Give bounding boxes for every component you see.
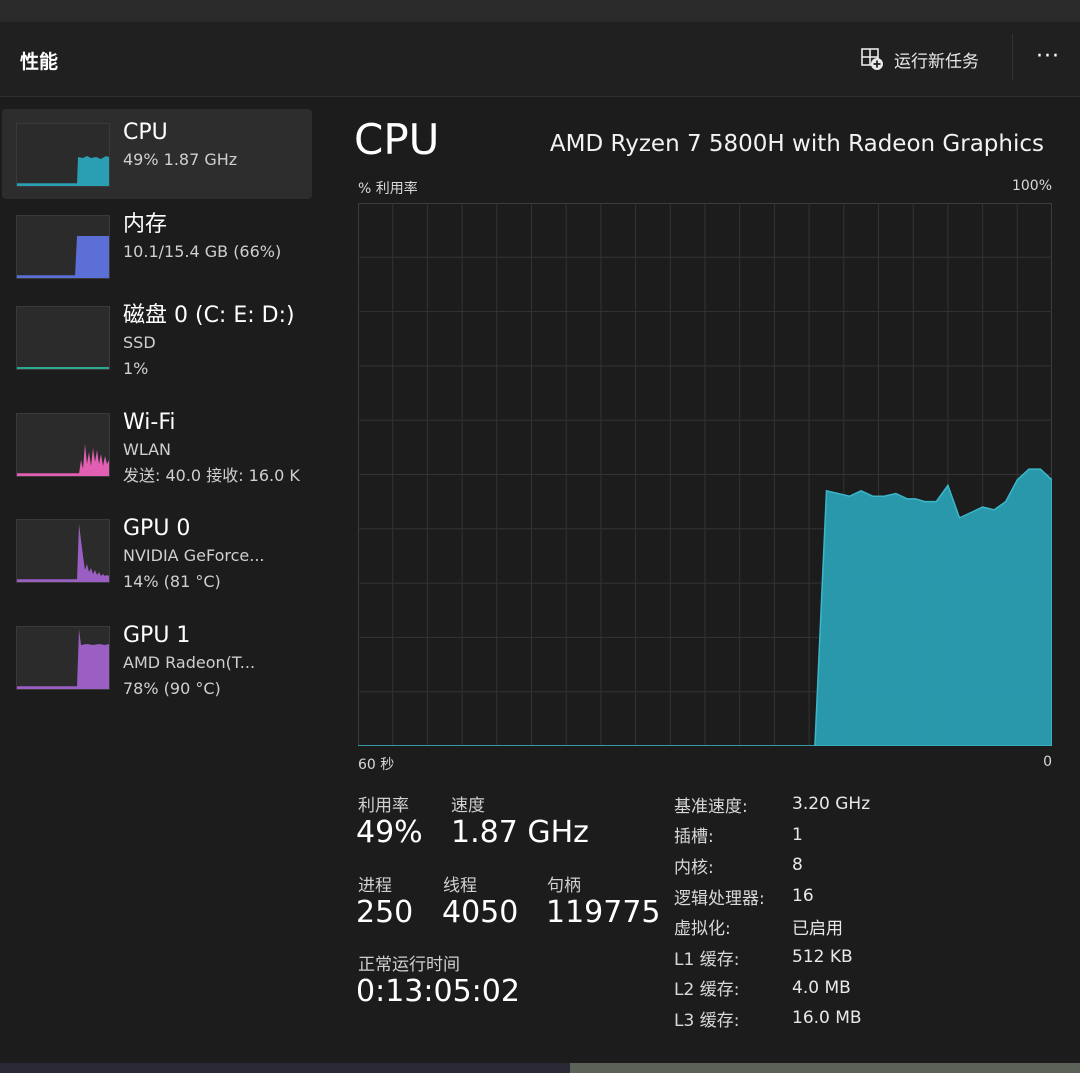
cpu-detail-panel: CPU AMD Ryzen 7 5800H with Radeon Graphi… xyxy=(330,97,1080,1063)
memory-thumbnail xyxy=(16,215,110,279)
spec-row-logical-processors: 逻辑处理器: 16 xyxy=(674,881,870,912)
spec-row-sockets: 插槽: 1 xyxy=(674,820,870,851)
processes-value: 250 xyxy=(356,895,414,930)
spec-value: 3.20 GHz xyxy=(792,794,871,815)
sidebar-item-disk[interactable]: 磁盘 0 (C: E: D:) SSD 1% xyxy=(2,292,312,382)
sidebar-item-name: GPU 1 xyxy=(123,623,191,648)
page-header: 性能 运行新任务 ··· xyxy=(0,22,1080,97)
spec-value: 1 xyxy=(792,824,803,845)
sidebar-item-gpu0[interactable]: GPU 0 NVIDIA GeForce... 14% (81 °C) xyxy=(2,505,312,595)
spec-value: 8 xyxy=(792,855,803,876)
cpu-spec-table: 基准速度: 3.20 GHz 插槽: 1 内核: 8 逻辑处理器: 16 虚拟化: 已启用… xyxy=(674,789,870,1034)
spec-row-l2-cache: L2 缓存: 4.0 MB xyxy=(674,973,870,1004)
spec-key: L2 缓存: xyxy=(674,980,740,1001)
sidebar-item-detail: AMD Radeon(T... xyxy=(123,653,256,672)
page-title: 性能 xyxy=(20,51,59,73)
window-top-strip xyxy=(0,0,1080,22)
performance-sidebar: CPU 49% 1.87 GHz 内存 10.1/15.4 GB (66%) 磁… xyxy=(0,97,330,1063)
cpu-model-name: AMD Ryzen 7 5800H with Radeon Graphics xyxy=(549,131,1044,157)
sidebar-item-detail-2: 1% xyxy=(123,359,149,378)
utilization-label: 利用率 xyxy=(358,796,409,816)
desktop-strip xyxy=(0,1063,1080,1073)
threads-label: 线程 xyxy=(443,876,477,896)
more-options-button[interactable]: ··· xyxy=(1030,42,1066,76)
spec-row-cores: 内核: 8 xyxy=(674,850,870,881)
x-axis-left-label: 60 秒 xyxy=(358,757,395,773)
threads-value: 4050 xyxy=(442,895,519,930)
uptime-label: 正常运行时间 xyxy=(358,955,460,975)
handles-label: 句柄 xyxy=(547,876,581,896)
spec-value: 已启用 xyxy=(792,919,843,940)
spec-value: 512 KB xyxy=(792,947,853,968)
speed-label: 速度 xyxy=(451,796,485,816)
new-task-icon xyxy=(861,48,883,70)
spec-row-l1-cache: L1 缓存: 512 KB xyxy=(674,942,870,973)
spec-value: 16 xyxy=(792,886,814,907)
handles-value: 119775 xyxy=(546,895,661,930)
sidebar-item-name: Wi-Fi xyxy=(123,410,176,435)
spec-key: L1 缓存: xyxy=(674,949,740,970)
sidebar-item-gpu1[interactable]: GPU 1 AMD Radeon(T... 78% (90 °C) xyxy=(2,612,312,702)
utilization-value: 49% xyxy=(356,815,423,850)
sidebar-item-name: CPU xyxy=(123,120,168,145)
processes-label: 进程 xyxy=(358,876,392,896)
disk-thumbnail xyxy=(16,306,110,370)
sidebar-item-cpu[interactable]: CPU 49% 1.87 GHz xyxy=(2,109,312,199)
y-axis-label: % 利用率 xyxy=(358,181,418,197)
spec-key: 内核: xyxy=(674,857,714,878)
sidebar-item-memory[interactable]: 内存 10.1/15.4 GB (66%) xyxy=(2,201,312,291)
sidebar-item-wifi[interactable]: Wi-Fi WLAN 发送: 40.0 接收: 16.0 K xyxy=(2,399,312,489)
spec-value: 4.0 MB xyxy=(792,977,851,998)
cpu-utilization-graph xyxy=(358,203,1052,746)
gpu1-thumbnail xyxy=(16,626,110,690)
sidebar-item-detail: SSD xyxy=(123,333,156,352)
wifi-thumbnail xyxy=(16,413,110,477)
sidebar-item-detail: WLAN xyxy=(123,440,172,459)
sidebar-item-detail-2: 78% (90 °C) xyxy=(123,679,221,698)
spec-value: 16.0 MB xyxy=(792,1008,862,1029)
detail-title: CPU xyxy=(354,115,440,164)
spec-row-l3-cache: L3 缓存: 16.0 MB xyxy=(674,1003,870,1034)
cpu-thumbnail xyxy=(16,123,110,187)
sidebar-item-name: GPU 0 xyxy=(123,516,191,541)
run-new-task-label: 运行新任务 xyxy=(894,51,979,72)
spec-key: 逻辑处理器: xyxy=(674,888,765,909)
sidebar-item-detail: 10.1/15.4 GB (66%) xyxy=(123,242,282,261)
x-axis-right-label: 0 xyxy=(1043,754,1052,770)
speed-value: 1.87 GHz xyxy=(451,815,589,850)
sidebar-item-name: 内存 xyxy=(123,212,168,237)
sidebar-item-detail-2: 发送: 40.0 接收: 16.0 K xyxy=(123,466,300,485)
gpu0-thumbnail xyxy=(16,519,110,583)
header-separator xyxy=(1012,34,1013,80)
run-new-task-button[interactable]: 运行新任务 xyxy=(860,44,979,74)
spec-key: 插槽: xyxy=(674,827,714,848)
spec-key: 虚拟化: xyxy=(674,919,731,940)
sidebar-item-detail: 49% 1.87 GHz xyxy=(123,150,238,169)
spec-row-virtualization: 虚拟化: 已启用 xyxy=(674,911,870,942)
spec-row-base-speed: 基准速度: 3.20 GHz xyxy=(674,789,870,820)
uptime-value: 0:13:05:02 xyxy=(356,974,520,1009)
spec-key: 基准速度: xyxy=(674,796,748,817)
sidebar-item-name: 磁盘 0 (C: E: D:) xyxy=(123,303,295,328)
spec-key: L3 缓存: xyxy=(674,1010,740,1031)
y-axis-max-label: 100% xyxy=(1011,178,1052,194)
sidebar-item-detail: NVIDIA GeForce... xyxy=(123,546,265,565)
sidebar-item-detail-2: 14% (81 °C) xyxy=(123,572,221,591)
